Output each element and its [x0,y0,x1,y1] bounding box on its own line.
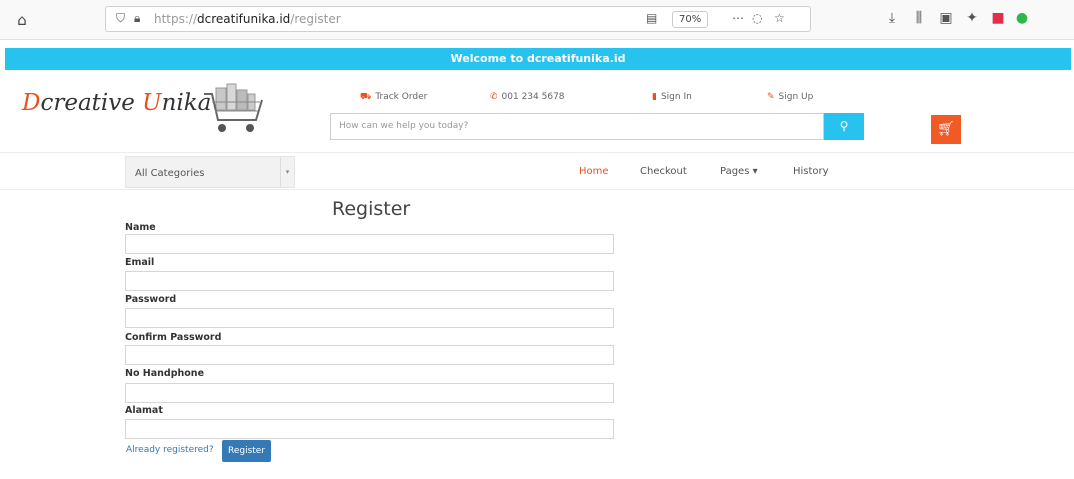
welcome-banner: Welcome to dcreatifunika.id [5,48,1071,70]
lock-icon: ▮ [652,92,657,102]
confirm-password-field[interactable] [125,345,614,365]
category-select[interactable]: All Categories ▾ [125,156,295,188]
extension-green-icon[interactable]: ● [1012,10,1032,26]
chevron-down-icon: ▾ [280,157,294,187]
nav-checkout[interactable]: Checkout [640,166,687,177]
password-label: Password [125,294,177,305]
search-input[interactable]: How can we help you today? [330,113,824,140]
phone-icon: ✆ [490,92,498,102]
nav-home[interactable]: Home [579,166,609,177]
home-icon[interactable]: ⌂ [10,8,34,32]
cart-button[interactable]: 🛒︎ [931,115,961,144]
already-registered-link[interactable]: Already registered? [126,445,214,455]
cart-icon: 🛒︎ [937,121,955,137]
pocket-icon[interactable]: ◌ [752,11,762,25]
search-button[interactable]: ⚲ [824,113,864,140]
lock-icon[interactable]: 🔒︎ [134,11,140,26]
email-field[interactable] [125,271,614,291]
more-actions-icon[interactable]: ⋯ [732,11,744,25]
sidebar-icon[interactable]: ▣ [936,10,956,26]
library-icon[interactable]: ⫼ [909,10,929,26]
password-field[interactable] [125,308,614,328]
main-nav: All Categories ▾ Home Checkout Pages ▾ H… [0,152,1074,190]
extension-red-icon[interactable]: ■ [988,10,1008,26]
extension-icon[interactable]: ✦ [962,10,982,26]
phone-link[interactable]: ✆ 001 234 5678 [490,92,565,102]
nav-pages[interactable]: Pages ▾ [720,166,758,177]
confirm-password-label: Confirm Password [125,332,222,343]
site-logo[interactable]: Dcreative Unika [22,90,211,116]
chevron-down-icon: ▾ [752,166,758,177]
search-icon: ⚲ [839,119,849,133]
name-field[interactable] [125,234,614,254]
shield-icon[interactable]: ⛉ [116,11,125,26]
browser-toolbar: ⌂ ⛉ 🔒︎ https://dcreatifunika.id/register… [0,0,1074,40]
sign-in-link[interactable]: ▮ Sign In [652,92,692,102]
bookmark-star-icon[interactable]: ☆ [774,11,785,25]
address-field[interactable] [125,419,614,439]
address-label: Alamat [125,405,163,416]
email-label: Email [125,257,155,268]
zoom-level[interactable]: 70% [672,11,709,28]
nav-history[interactable]: History [793,166,829,177]
track-order-link[interactable]: ⛟ Track Order [360,92,427,103]
address-bar[interactable]: ⛉ 🔒︎ https://dcreatifunika.id/register ▤… [105,6,811,32]
reader-view-icon[interactable]: ▤ [646,11,657,25]
shopping-cart-logo-icon [204,83,263,132]
download-icon[interactable]: ⤓ [882,10,902,26]
register-button[interactable]: Register [222,440,271,462]
page-title: Register [332,198,411,220]
phone-label: No Handphone [125,368,205,379]
name-label: Name [125,222,156,233]
url-text[interactable]: https://dcreatifunika.id/register [154,12,341,26]
sign-up-link[interactable]: ✎ Sign Up [767,92,813,102]
phone-field[interactable] [125,383,614,403]
truck-icon: ⛟ [360,92,372,102]
edit-icon: ✎ [767,92,775,102]
